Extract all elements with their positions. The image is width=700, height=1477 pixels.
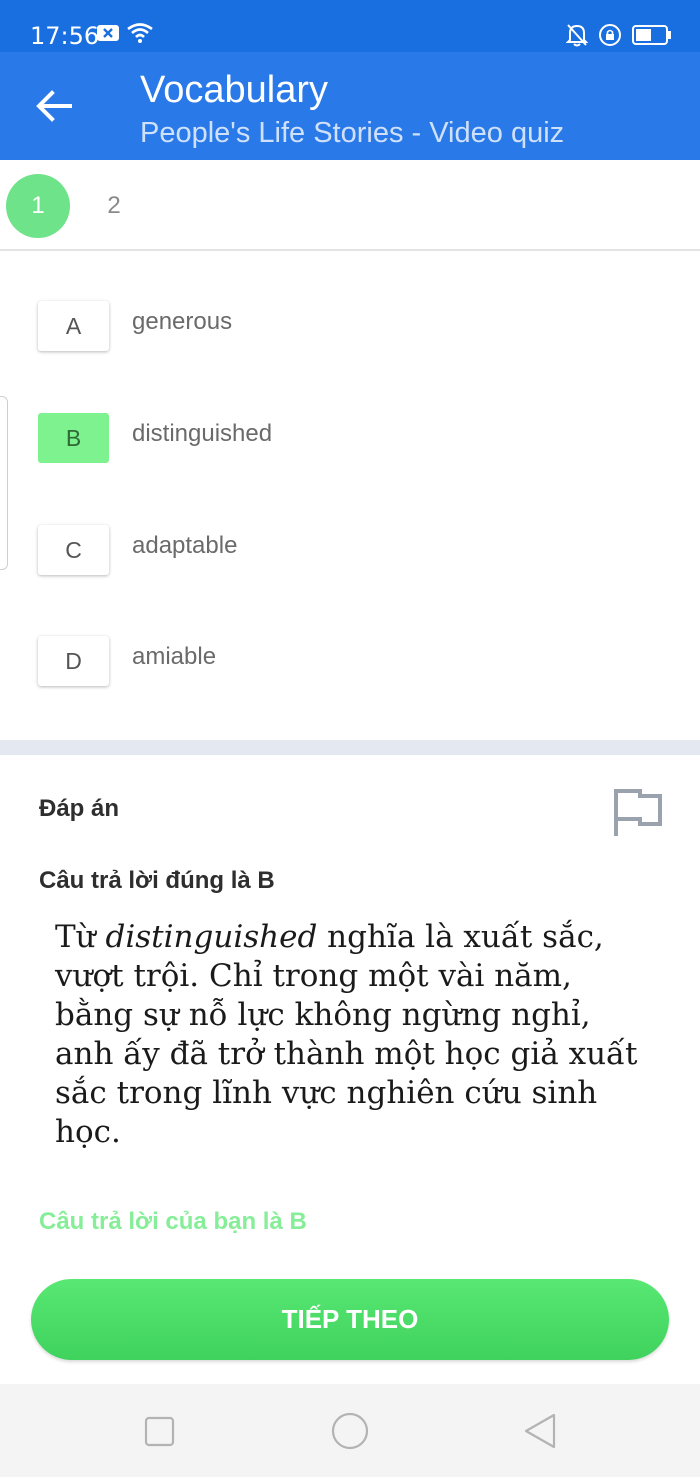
option-letter-selected: B bbox=[38, 413, 109, 463]
section-divider bbox=[0, 740, 700, 755]
option-text: generous bbox=[132, 308, 233, 335]
option-text: amiable bbox=[132, 643, 217, 670]
triangle-back-icon bbox=[520, 1413, 560, 1456]
circle-icon bbox=[330, 1412, 370, 1456]
your-answer-text: Câu trả lời của bạn là B bbox=[39, 1208, 307, 1235]
explanation-prefix: Từ bbox=[55, 919, 106, 955]
recent-apps-button[interactable] bbox=[140, 1412, 180, 1452]
report-flag-button[interactable] bbox=[612, 788, 664, 838]
battery-icon bbox=[632, 24, 672, 51]
page-title: Vocabulary bbox=[140, 69, 329, 111]
wifi-icon bbox=[127, 23, 153, 48]
status-time: 17:56 bbox=[30, 22, 100, 50]
side-panel-edge[interactable] bbox=[0, 396, 8, 570]
system-nav-bar bbox=[0, 1384, 700, 1477]
flag-icon bbox=[612, 789, 664, 842]
option-c[interactable]: C adaptable bbox=[38, 525, 678, 577]
option-letter: D bbox=[38, 636, 109, 686]
back-button[interactable] bbox=[26, 80, 82, 136]
correct-answer-text: Câu trả lời đúng là B bbox=[39, 867, 275, 894]
option-text: distinguished bbox=[132, 420, 273, 447]
square-icon bbox=[140, 1416, 180, 1456]
status-icons-right bbox=[565, 23, 672, 52]
option-a[interactable]: A generous bbox=[38, 301, 678, 353]
app-bar: Vocabulary People's Life Stories - Video… bbox=[0, 52, 700, 160]
explanation-term: distinguished bbox=[105, 919, 318, 955]
answer-section-title: Đáp án bbox=[39, 795, 120, 822]
page-subtitle: People's Life Stories - Video quiz bbox=[140, 117, 565, 149]
option-letter: A bbox=[38, 301, 109, 351]
explanation-text: Từ distinguished nghĩa là xuất sắc, vượt… bbox=[55, 918, 645, 1152]
status-icons-left bbox=[97, 23, 153, 48]
arrow-left-icon bbox=[36, 89, 72, 127]
question-step-1[interactable]: 1 bbox=[6, 174, 70, 238]
option-d[interactable]: D amiable bbox=[38, 636, 678, 688]
question-navigator: 1 2 bbox=[0, 160, 700, 251]
option-b[interactable]: B distinguished bbox=[38, 413, 678, 465]
home-button[interactable] bbox=[330, 1412, 370, 1452]
option-letter: C bbox=[38, 525, 109, 575]
back-nav-button[interactable] bbox=[520, 1412, 560, 1452]
bell-off-icon bbox=[565, 23, 589, 52]
status-bar: 17:56 bbox=[0, 0, 700, 52]
x-notification-icon bbox=[97, 24, 119, 47]
lock-rotation-icon bbox=[598, 23, 622, 52]
next-button[interactable]: TIẾP THEO bbox=[31, 1279, 669, 1360]
option-text: adaptable bbox=[132, 532, 238, 559]
question-step-2[interactable]: 2 bbox=[90, 174, 138, 238]
